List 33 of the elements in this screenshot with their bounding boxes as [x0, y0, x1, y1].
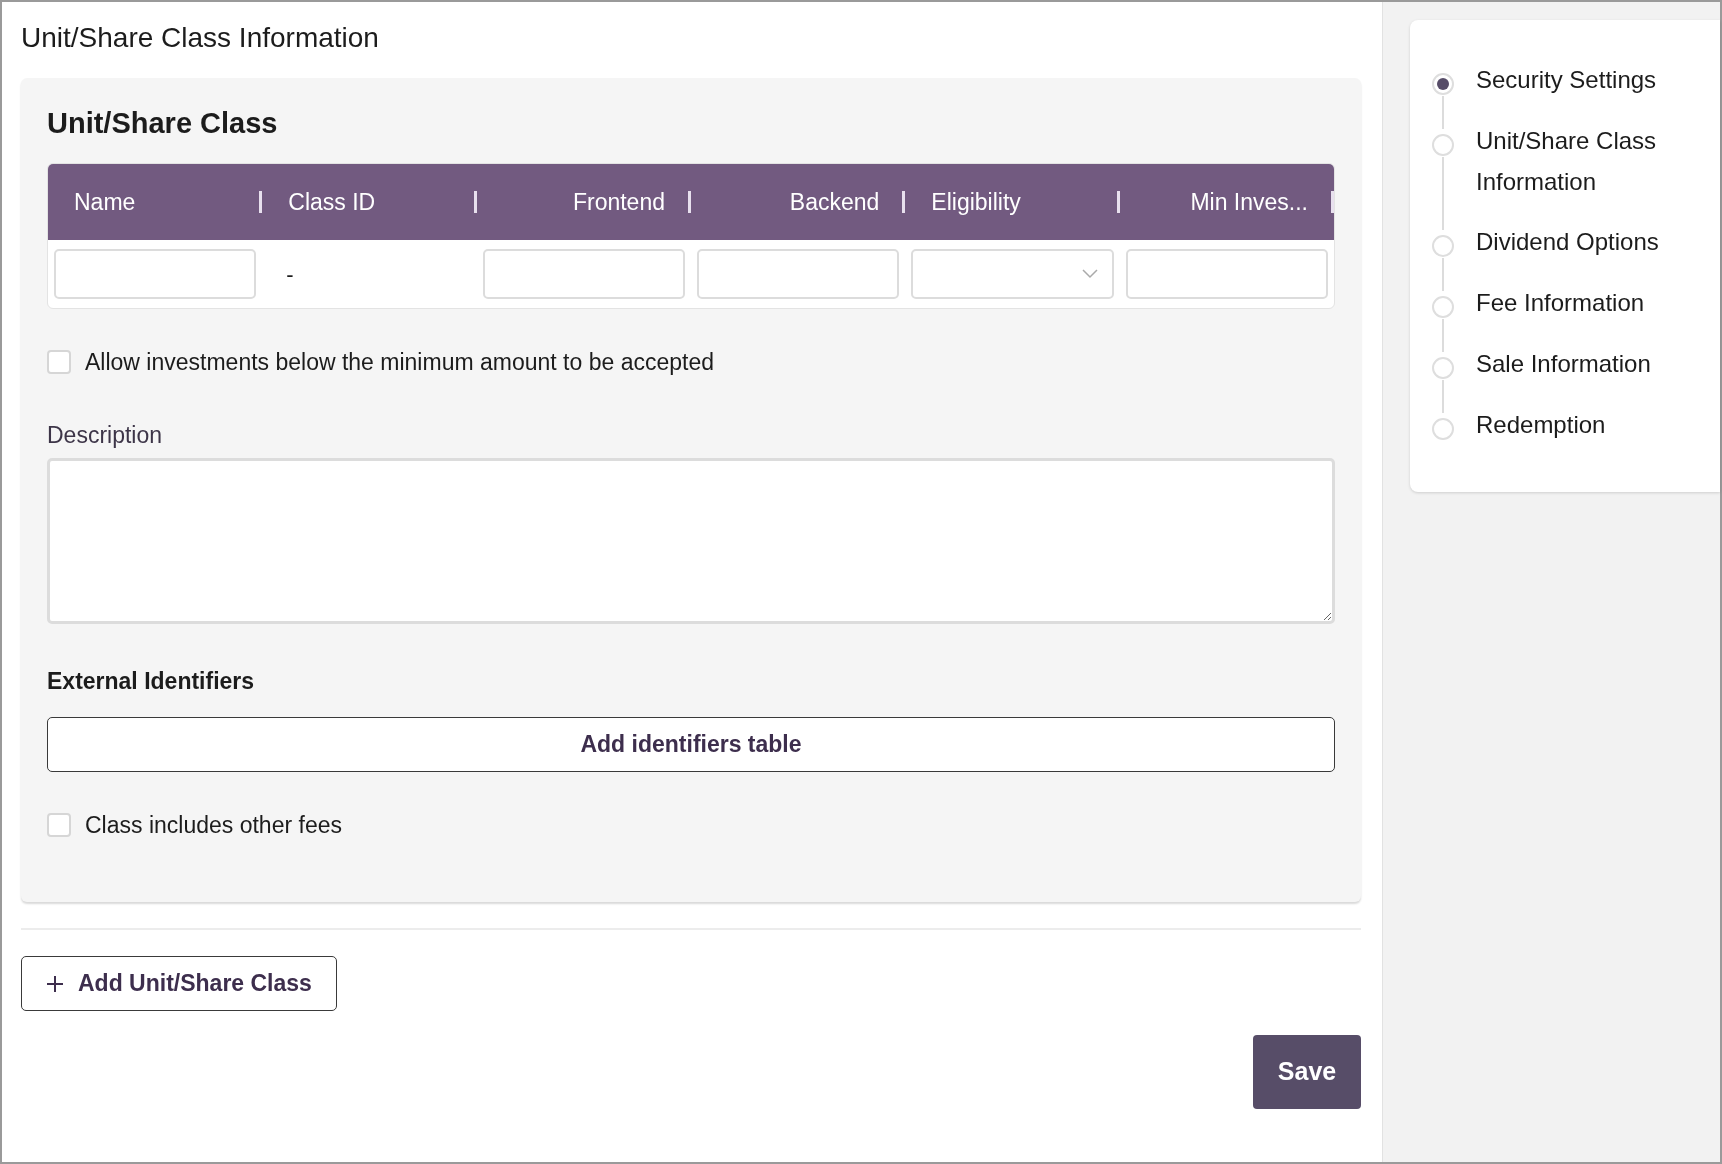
table-input[interactable] — [697, 249, 900, 300]
chevron-down-icon — [1081, 269, 1098, 280]
dropdown-field[interactable] — [911, 249, 1114, 300]
column-header: Class ID — [262, 184, 477, 220]
plus-icon — [46, 974, 64, 993]
checkbox[interactable] — [47, 812, 71, 837]
field-label: Description — [47, 420, 164, 450]
step-label[interactable]: Redemption — [1476, 404, 1686, 446]
section-heading: External Identifiers — [47, 667, 256, 697]
step-label[interactable]: Fee Information — [1476, 283, 1686, 324]
page-title: Unit/Share Class Information — [21, 21, 380, 55]
add-class-button[interactable]: Add Unit/Share Class — [21, 956, 337, 1012]
step-label[interactable]: Sale Information — [1476, 344, 1686, 385]
step-indicator[interactable] — [1432, 73, 1454, 95]
column-header: Eligibility — [905, 184, 1120, 220]
column-header: Frontend — [476, 184, 691, 220]
add-identifiers-button[interactable]: Add identifiers table — [47, 716, 1335, 772]
checkbox-label: Class includes other fees — [85, 810, 342, 840]
table-input[interactable] — [482, 249, 685, 300]
description-field[interactable] — [47, 458, 1335, 625]
column-header: Name — [48, 184, 263, 220]
step-label[interactable]: Security Settings — [1476, 60, 1686, 101]
checkbox-label: Allow investments below the minimum amount to be accepted — [85, 348, 714, 378]
column-header: Min Inves... — [1119, 184, 1334, 220]
table-input[interactable] — [54, 249, 257, 300]
table-input[interactable] — [1125, 249, 1328, 300]
column-header: Backend — [691, 184, 906, 220]
table-cell-text: - — [285, 261, 294, 287]
step-label[interactable]: Dividend Options — [1476, 222, 1686, 264]
checkbox[interactable] — [47, 350, 71, 375]
step-label[interactable]: Unit/Share Class Information — [1476, 120, 1686, 203]
save-button[interactable]: Save — [1253, 1035, 1361, 1110]
card-title: Unit/Share Class — [47, 106, 279, 142]
